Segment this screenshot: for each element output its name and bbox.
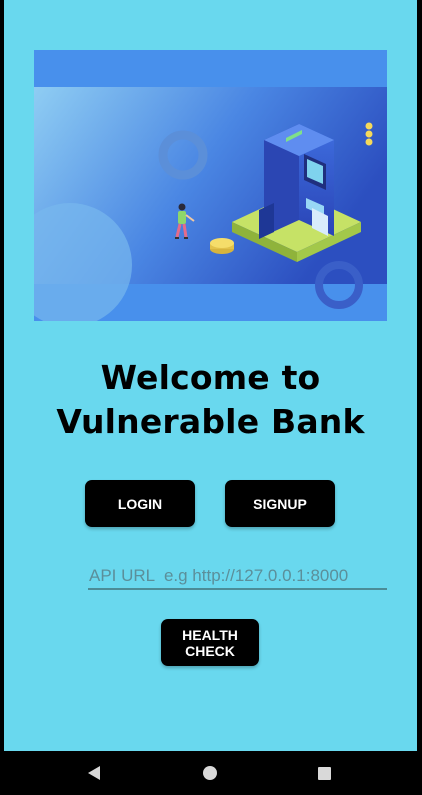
login-button[interactable]: LOGIN	[85, 480, 195, 527]
api-url-input[interactable]	[88, 563, 387, 590]
welcome-heading: Welcome to Vulnerable Bank	[4, 356, 417, 444]
back-icon	[88, 766, 100, 780]
back-button[interactable]	[64, 751, 124, 795]
app-content: Welcome to Vulnerable Bank LOGIN SIGNUP …	[4, 0, 417, 751]
hero-banner	[34, 50, 387, 321]
dots-icon	[365, 122, 373, 146]
health-check-button[interactable]: HEALTH CHECK	[161, 619, 259, 666]
system-nav-bar	[0, 751, 422, 795]
device-screen: Welcome to Vulnerable Bank LOGIN SIGNUP …	[0, 0, 422, 795]
coin-icon	[210, 238, 234, 254]
atm-illustration	[34, 50, 387, 321]
home-icon	[203, 766, 217, 780]
recents-icon	[317, 766, 331, 780]
welcome-line-1: Welcome to	[100, 358, 321, 397]
home-button[interactable]	[180, 751, 240, 795]
signup-button[interactable]: SIGNUP	[225, 480, 335, 527]
welcome-line-2: Vulnerable Bank	[56, 402, 365, 441]
recents-button[interactable]	[294, 751, 354, 795]
hero-top-band	[34, 50, 387, 87]
